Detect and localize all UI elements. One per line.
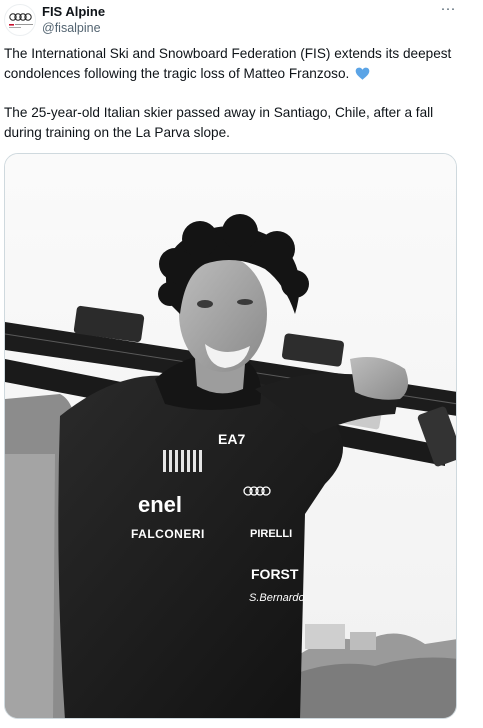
blue-heart-icon: [355, 67, 370, 80]
avatar[interactable]: [4, 4, 36, 36]
forst-logo: FORST: [251, 566, 299, 582]
tweet-paragraph-1: The International Ski and Snowboard Fede…: [4, 44, 456, 84]
ea7-logo: EA7: [218, 431, 245, 447]
more-horizontal-icon[interactable]: ···: [438, 1, 458, 20]
tweet-card: FIS Alpine @fisalpine ··· The Internatio…: [0, 0, 483, 728]
account-name[interactable]: FIS Alpine: [42, 4, 105, 19]
tweet-paragraph-1-text: The International Ski and Snowboard Fede…: [4, 46, 452, 81]
enel-logo: enel: [138, 492, 182, 517]
tweet-photo[interactable]: EA7 enel FALCONERI PIRELLI FORST S.Berna…: [4, 153, 457, 719]
account-handle[interactable]: @fisalpine: [42, 21, 101, 35]
tweet-paragraph-2: The 25-year-old Italian skier passed awa…: [4, 105, 434, 140]
tweet-text: The International Ski and Snowboard Fede…: [4, 44, 456, 143]
pirelli-logo: PIRELLI: [250, 528, 292, 540]
sbernardo-logo: S.Bernardo: [249, 592, 305, 604]
tweet-header: FIS Alpine @fisalpine ···: [4, 0, 458, 40]
falconeri-logo: FALCONERI: [131, 527, 205, 541]
audi-rings-icon: [9, 13, 33, 28]
skier-photo: EA7 enel FALCONERI PIRELLI FORST S.Berna…: [5, 154, 456, 718]
